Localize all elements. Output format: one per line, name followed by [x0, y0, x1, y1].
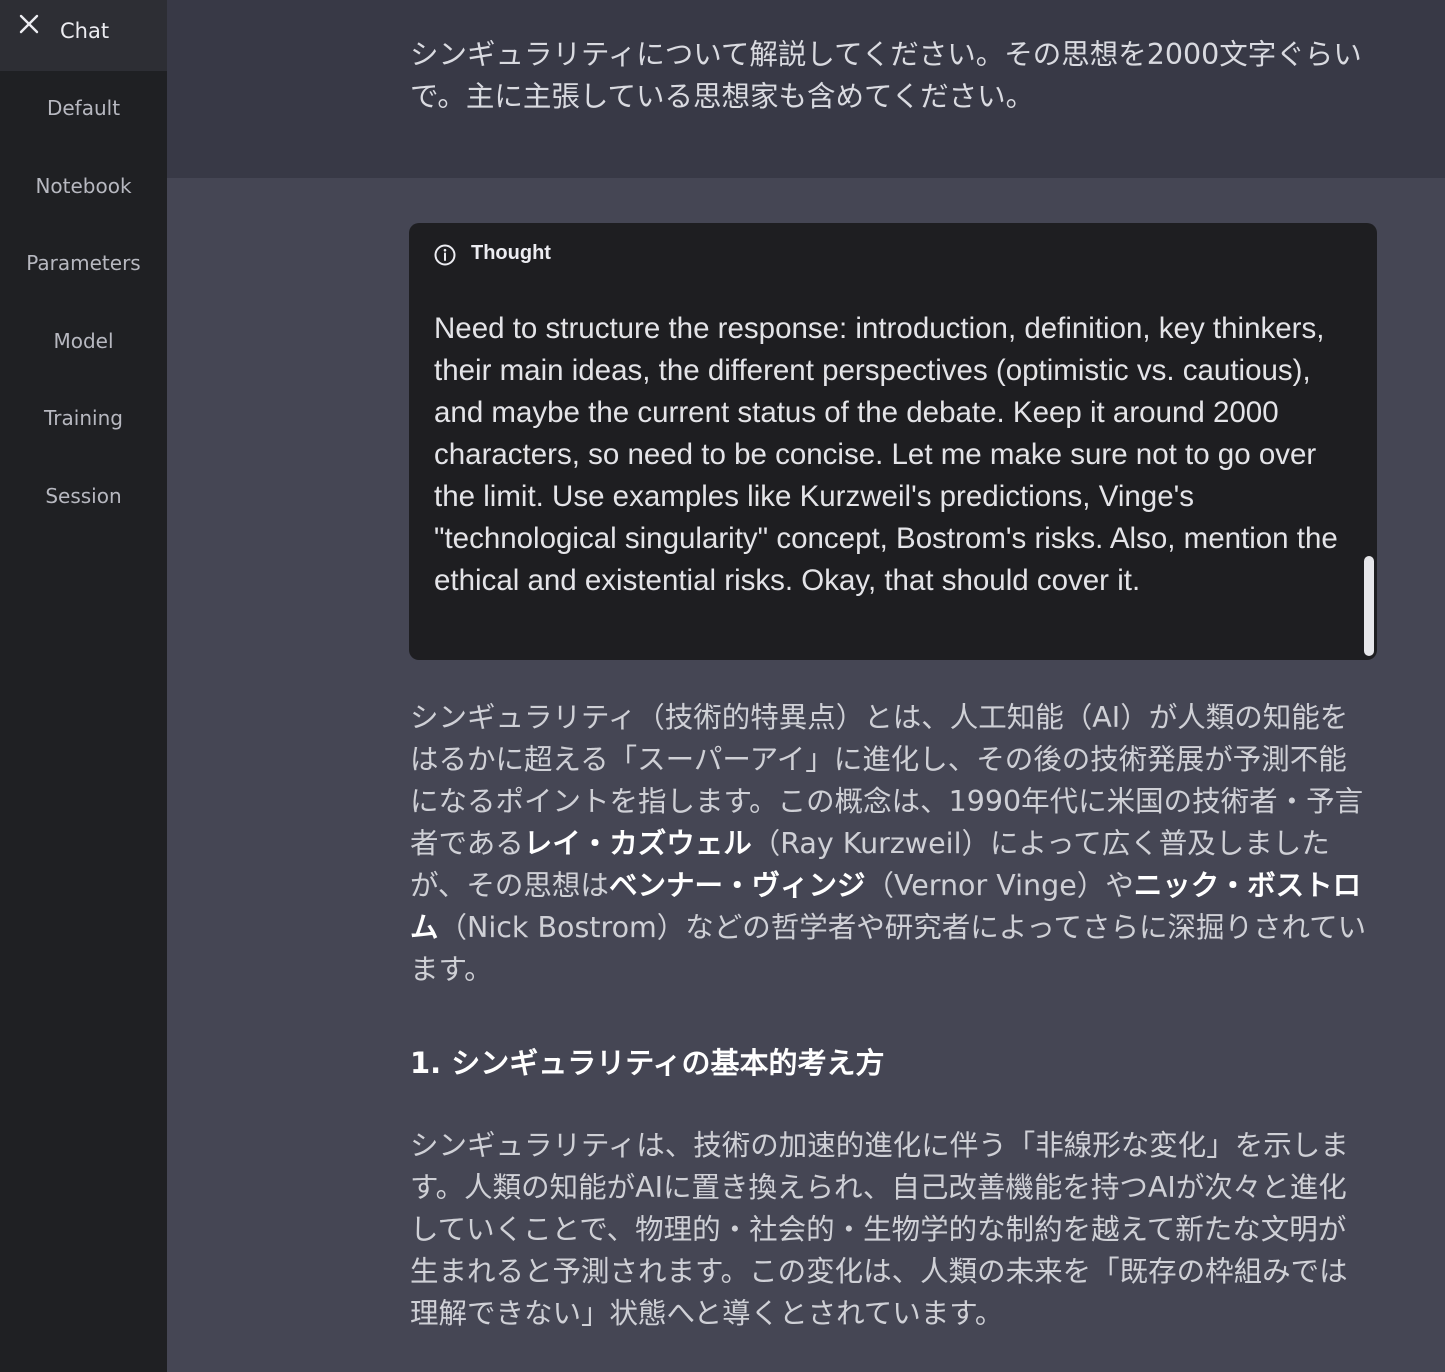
- tab-parameters[interactable]: Parameters: [0, 251, 167, 275]
- tab-session[interactable]: Session: [0, 484, 167, 508]
- thought-panel[interactable]: Thought Need to structure the response: …: [409, 223, 1377, 660]
- tab-notebook[interactable]: Notebook: [0, 174, 167, 198]
- answer-intro: シンギュラリティ（技術的特異点）とは、人工知能（AI）が人類の知能をはるかに超え…: [410, 697, 1372, 991]
- sidebar: Chat Default Notebook Parameters Model T…: [0, 0, 167, 1372]
- section-body: シンギュラリティは、技術の加速的進化に伴う「非線形な変化」を示します。人類の知能…: [410, 1129, 1349, 1330]
- thought-scrollbar[interactable]: [1364, 556, 1374, 656]
- tab-model[interactable]: Model: [0, 329, 167, 353]
- name-vinge: ベンナー・ヴィンジ: [608, 869, 866, 902]
- section-heading: 1. シンギュラリティの基本的考え方: [410, 1046, 885, 1080]
- tab-default[interactable]: Default: [0, 96, 167, 120]
- answer-intro-text-4: （Nick Bostrom）などの哲学者や研究者によってさらに深掘りされています…: [410, 911, 1367, 986]
- close-icon[interactable]: [17, 12, 41, 36]
- tab-chat[interactable]: Chat: [0, 0, 167, 71]
- name-kurzweil: レイ・カズウェル: [523, 827, 752, 860]
- thought-title: Thought: [471, 242, 551, 264]
- tab-chat-label: Chat: [60, 19, 110, 43]
- answer-intro-text-3: （Vernor Vinge）や: [865, 869, 1134, 902]
- user-message: シンギュラリティについて解説してください。その思想を2000文字ぐらいで。主に主…: [410, 38, 1362, 113]
- tab-training[interactable]: Training: [0, 406, 167, 430]
- thought-text: Need to structure the response: introduc…: [434, 312, 1338, 597]
- info-icon: [434, 244, 456, 266]
